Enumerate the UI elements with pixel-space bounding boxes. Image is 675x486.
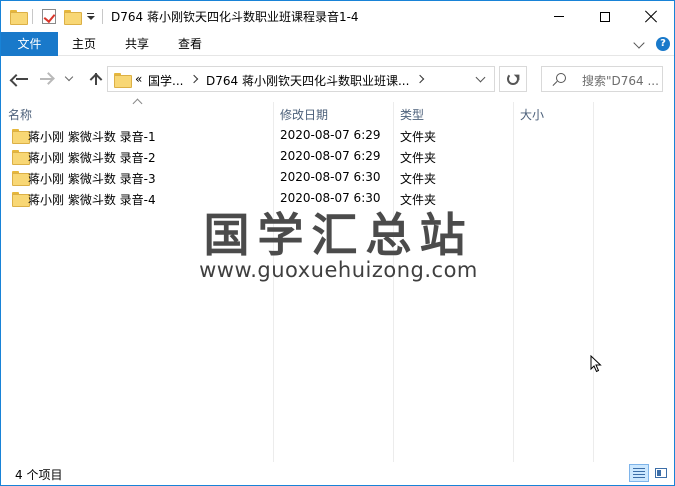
details-view-button[interactable]: [629, 464, 649, 482]
forward-arrow-icon: [40, 78, 52, 80]
refresh-icon: [507, 73, 519, 85]
window-title: D764 蒋小刚钦天四化斗数职业班课程录音1-4: [111, 10, 359, 24]
search-icon: [556, 73, 566, 83]
separator: [32, 9, 33, 24]
separator: [102, 9, 103, 24]
file-date: 2020-08-07 6:30: [280, 170, 381, 184]
breadcrumb-overflow[interactable]: «: [135, 72, 142, 86]
file-type: 文件夹: [400, 130, 437, 144]
file-name: 蒋小刚 紫微斗数 录音-3: [28, 172, 156, 186]
new-folder-icon[interactable]: [64, 8, 82, 25]
list-item[interactable]: 蒋小刚 紫微斗数 录音-3 2020-08-07 6:30 文件夹: [1, 168, 674, 189]
file-name: 蒋小刚 紫微斗数 录音-2: [28, 151, 156, 165]
navigation-bar: « 国学... D764 蒋小刚钦天四化斗数职业班课... 搜索"D764 ..…: [1, 57, 674, 101]
folder-icon: [12, 129, 30, 144]
back-button[interactable]: [13, 68, 31, 90]
tab-view[interactable]: 查看: [168, 32, 212, 56]
column-headers: 名称 修改日期 类型 大小: [1, 98, 674, 126]
search-placeholder: 搜索"D764 ...: [582, 74, 659, 88]
explorer-window: D764 蒋小刚钦天四化斗数职业班课程录音1-4 文件 主页 共享 查看 ? «…: [0, 0, 675, 486]
breadcrumb-chevron-icon[interactable]: [189, 74, 199, 84]
refresh-button[interactable]: [499, 66, 527, 92]
list-item[interactable]: 蒋小刚 紫微斗数 录音-1 2020-08-07 6:29 文件夹: [1, 126, 674, 147]
item-count: 4 个项目: [15, 468, 63, 482]
file-date: 2020-08-07 6:29: [280, 128, 381, 142]
file-type: 文件夹: [400, 172, 437, 186]
tab-share[interactable]: 共享: [115, 32, 159, 56]
ribbon-tabs: 文件 主页 共享 查看 ?: [1, 32, 674, 56]
address-bar[interactable]: « 国学... D764 蒋小刚钦天四化斗数职业班课...: [107, 66, 495, 92]
breadcrumb-chevron-icon[interactable]: [415, 74, 425, 84]
expand-ribbon-icon[interactable]: [633, 37, 645, 49]
up-button[interactable]: [87, 68, 105, 90]
close-button[interactable]: [628, 1, 674, 32]
close-icon: [645, 11, 657, 23]
folder-icon: [12, 150, 30, 165]
help-icon[interactable]: ?: [656, 37, 670, 51]
folder-icon: [114, 73, 132, 88]
title-bar: D764 蒋小刚钦天四化斗数职业班课程录音1-4: [1, 1, 674, 32]
back-arrow-icon: [16, 78, 28, 80]
large-icons-view-button[interactable]: [651, 464, 671, 482]
status-bar: 4 个项目: [1, 462, 674, 485]
maximize-icon: [600, 11, 610, 22]
search-input[interactable]: 搜索"D764 ...: [541, 66, 663, 92]
maximize-button[interactable]: [582, 1, 628, 32]
minimize-button[interactable]: [536, 1, 582, 32]
properties-icon[interactable]: [42, 8, 56, 25]
large-icons-view-icon: [655, 468, 667, 478]
file-date: 2020-08-07 6:29: [280, 149, 381, 163]
file-type: 文件夹: [400, 151, 437, 165]
list-item[interactable]: 蒋小刚 紫微斗数 录音-2 2020-08-07 6:29 文件夹: [1, 147, 674, 168]
breadcrumb-item[interactable]: D764 蒋小刚钦天四化斗数职业班课...: [206, 72, 409, 89]
file-name: 蒋小刚 紫微斗数 录音-1: [28, 130, 156, 144]
column-header-date[interactable]: 修改日期: [280, 106, 328, 123]
details-view-icon: [633, 468, 645, 478]
tab-file[interactable]: 文件: [1, 32, 58, 56]
customize-toolbar-dropdown-icon[interactable]: [86, 8, 96, 25]
tab-home[interactable]: 主页: [62, 32, 106, 56]
column-header-size[interactable]: 大小: [520, 106, 544, 123]
folder-icon: [12, 171, 30, 186]
folder-icon: [10, 8, 28, 25]
up-arrow-icon: [95, 73, 97, 85]
recent-locations-button[interactable]: [63, 68, 75, 90]
breadcrumb-item[interactable]: 国学...: [148, 72, 183, 89]
column-header-name[interactable]: 名称: [8, 106, 32, 123]
column-header-type[interactable]: 类型: [400, 106, 424, 123]
minimize-icon: [554, 16, 564, 17]
forward-button[interactable]: [37, 68, 55, 90]
watermark-title: 国学汇总站: [203, 208, 474, 262]
watermark-url: www.guoxuehuizong.com: [199, 258, 478, 282]
chevron-down-icon: [64, 72, 74, 82]
